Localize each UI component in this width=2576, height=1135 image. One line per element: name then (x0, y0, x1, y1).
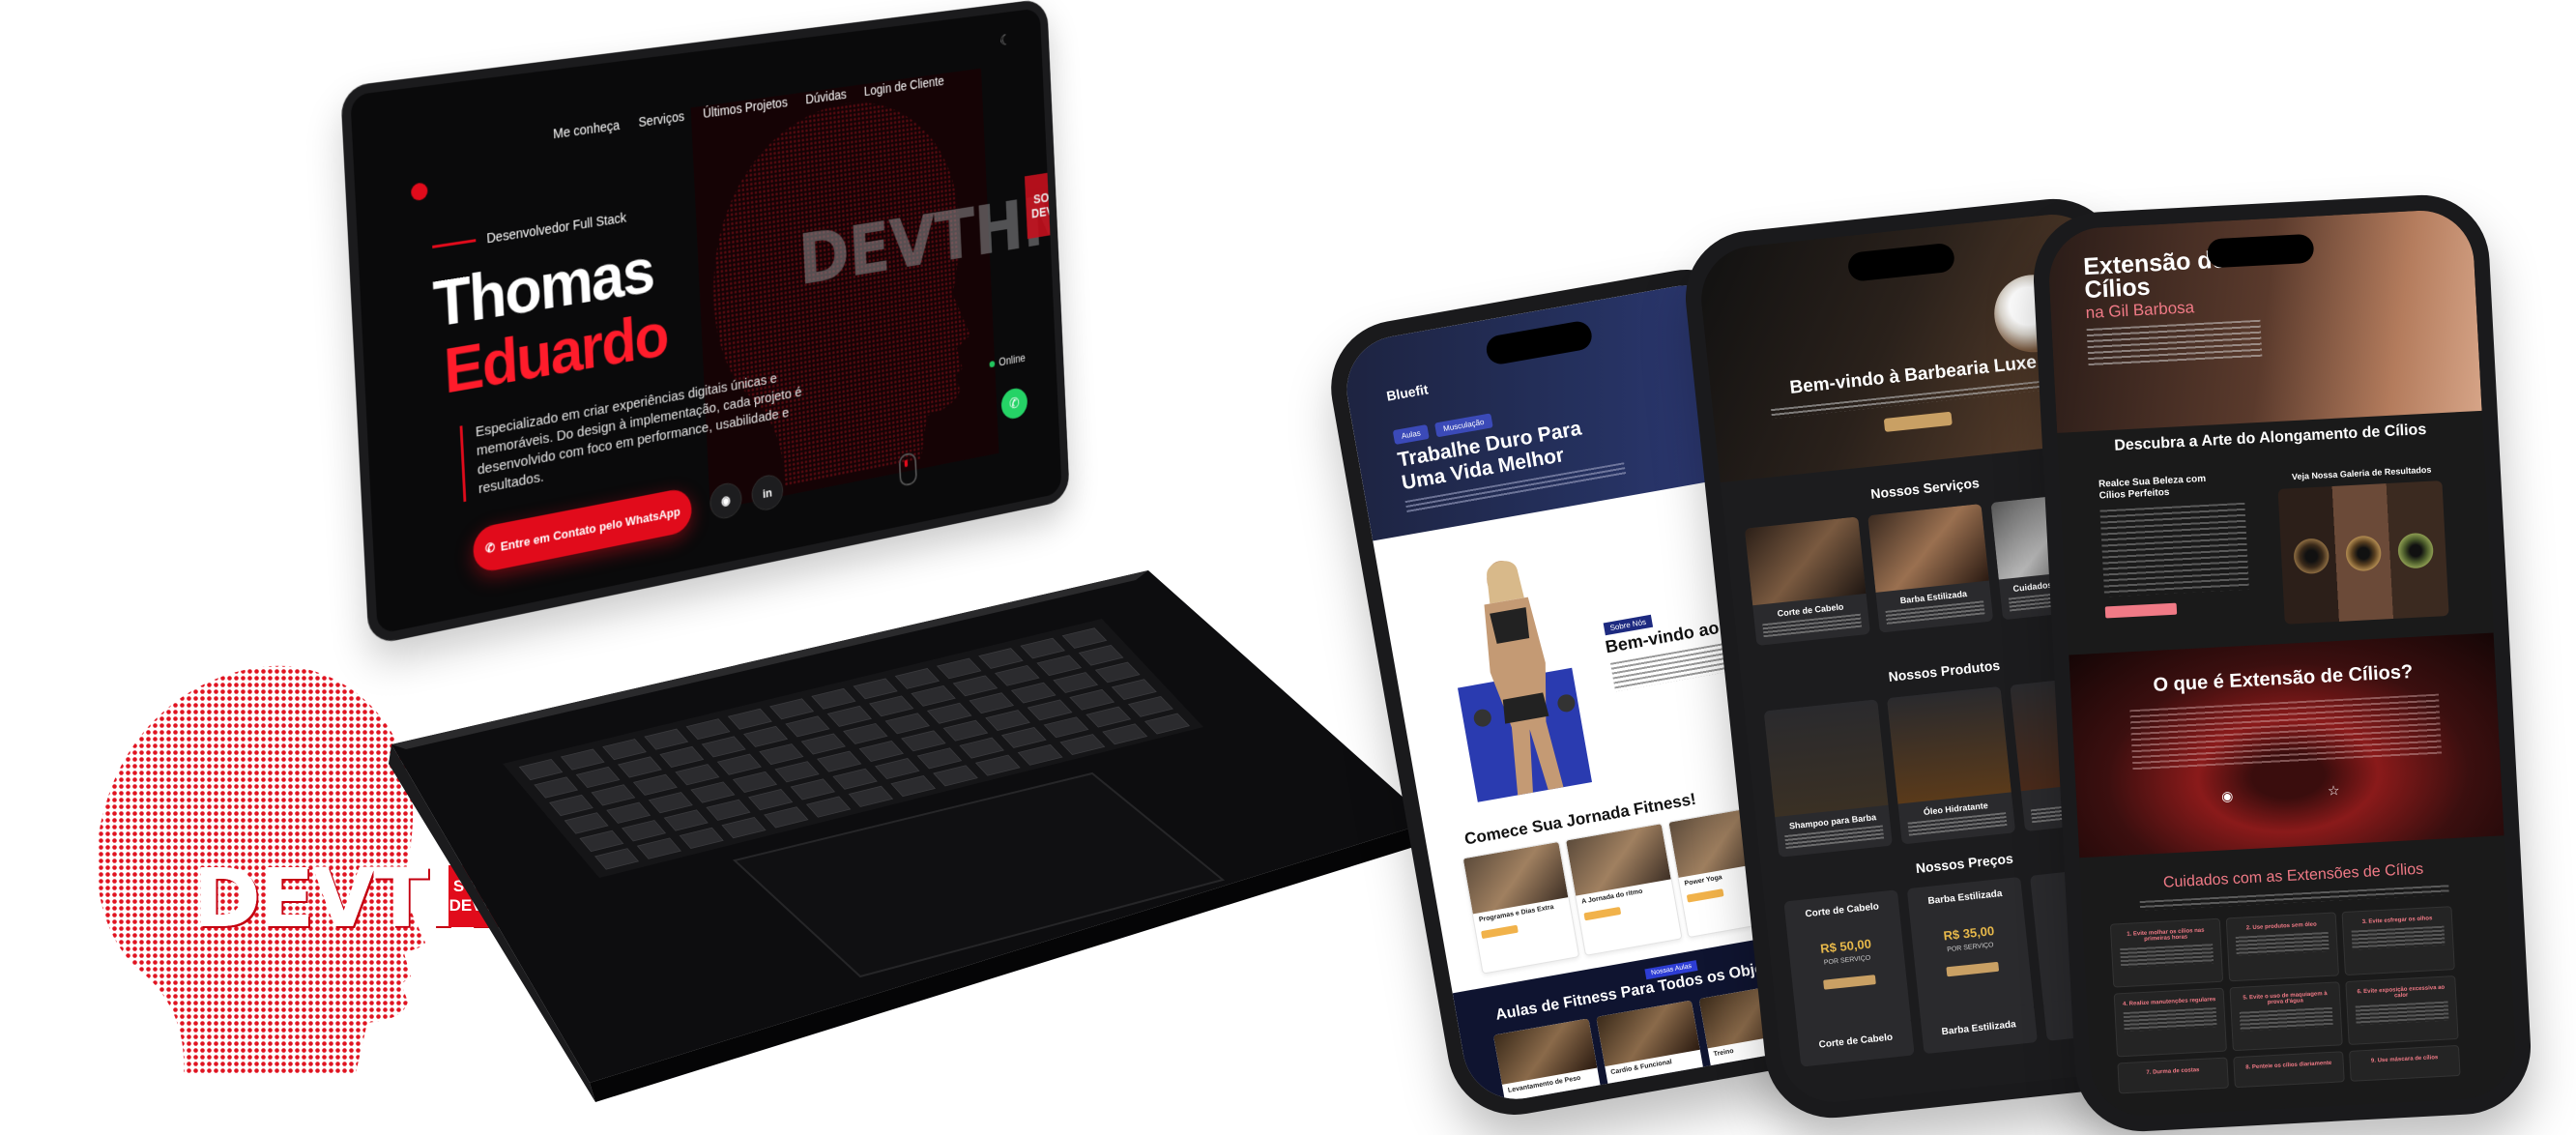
care-tile: 6. Evite exposição excessiva ao calor (2345, 975, 2459, 1045)
dynamic-island (2206, 233, 2315, 269)
product-card[interactable]: Shampoo para Barba (1763, 699, 1893, 858)
online-dot (989, 360, 996, 367)
whatsapp-icon: ✆ (484, 539, 496, 556)
product-image (1886, 685, 2012, 804)
care-tile: 8. Penteie os cílios diariamente (2233, 1051, 2345, 1089)
nav-servicos[interactable]: Serviços (638, 108, 684, 130)
care-tile: 9. Use máscara de cílios (2349, 1044, 2461, 1082)
fitness-card[interactable]: Programas e Dias Extra (1462, 840, 1580, 975)
care-tile: 4. Realize manutenções regulares (2113, 987, 2227, 1058)
eyelash-section1-subtitle: Realce Sua Beleza com Cílios Perfeitos (2098, 473, 2207, 502)
care-tile: 2. Use produtos sem óleo (2225, 912, 2340, 982)
service-card[interactable]: Corte de Cabelo (1744, 516, 1870, 647)
eyelash-gallery-title: Veja Nossa Galeria de Resultados (2291, 464, 2432, 482)
care-tile-text (2123, 1007, 2217, 1033)
care-tile-text (2120, 944, 2214, 969)
care-tile-text (2355, 1001, 2449, 1026)
athlete-image (1457, 561, 1593, 802)
scroll-indicator[interactable] (898, 451, 918, 487)
care-tile: 5. Evite o uso de maquiagem à prova d'ág… (2229, 981, 2343, 1052)
service-card[interactable]: Barba Estilizada (1867, 503, 1994, 633)
nav-me-conheca[interactable]: Me conheça (553, 117, 621, 141)
care-tile: 7. Durma de costas (2117, 1057, 2229, 1094)
card-button[interactable] (1481, 924, 1519, 940)
online-status: Online (989, 351, 1027, 370)
care-tile-title: 8. Penteie os cílios diariamente (2245, 1060, 2332, 1071)
eye-image (2342, 532, 2386, 575)
phone-eyelash-screen: Extensão de Cílios na Gil Barbosa Descub… (2046, 208, 2518, 1119)
whatsapp-contact-button[interactable]: ✆ Entre em Contato pelo WhatsApp (472, 486, 693, 575)
care-tile-text (2235, 931, 2330, 956)
class-card[interactable]: Levantamento de Peso (1492, 1018, 1607, 1108)
phone-eyelash: Extensão de Cílios na Gil Barbosa Descub… (2030, 191, 2534, 1135)
card-button[interactable] (1686, 888, 1724, 903)
care-tile-text (2351, 925, 2446, 950)
eyelash-hero-title: Extensão de Cílios (2082, 246, 2228, 305)
whatsapp-contact-label: Entre em Contato pelo WhatsApp (500, 504, 681, 554)
price-button[interactable] (1823, 975, 1876, 990)
eyelash-cta-button[interactable] (2104, 602, 2178, 619)
care-tile-title: 5. Evite o uso de maquiagem à prova d'ág… (2243, 991, 2328, 1006)
fitness-card[interactable]: A Jornada do ritmo (1564, 823, 1683, 956)
eyelash-section1-text (2099, 502, 2249, 597)
moon-icon[interactable]: ☾ (999, 31, 1011, 50)
price-card[interactable]: Barba Estilizada R$ 35,00 POR SERVIÇO (1906, 876, 2035, 1024)
care-tile: 3. Evite esfregar os olhos (2341, 906, 2455, 976)
star-icon: ☆ (2327, 782, 2340, 799)
care-tile-title: 1. Evite molhar os cílios nas primeiras … (2127, 927, 2205, 943)
eye-image (2290, 535, 2333, 578)
product-image (1763, 699, 1889, 818)
eyelash-title-line1: Extensão de (2082, 246, 2227, 281)
care-tile-title: 7. Durma de costas (2146, 1067, 2200, 1076)
online-label: Online (999, 351, 1027, 369)
service-image (1744, 516, 1867, 606)
price-button[interactable] (1946, 961, 2000, 977)
card-button[interactable] (1583, 906, 1622, 921)
price-card[interactable]: Corte de Cabelo R$ 50,00 POR SERVIÇO (1783, 889, 1912, 1036)
site-logo[interactable] (410, 182, 428, 202)
tagline-accent-line (432, 238, 477, 248)
care-tile-title: 6. Evite exposição excessiva ao calor (2357, 984, 2446, 1000)
eye-image (2394, 529, 2438, 572)
eye-icon: ◉ (2220, 787, 2234, 804)
service-image (1867, 503, 1989, 593)
eyelash-gallery[interactable] (2277, 480, 2449, 625)
whatsapp-float-button[interactable]: ✆ (1000, 386, 1028, 422)
product-card[interactable]: Óleo Hidratante (1886, 685, 2016, 845)
care-tile-text (2239, 1006, 2333, 1032)
care-tile: 1. Evite molhar os cílios nas primeiras … (2109, 917, 2224, 988)
care-tile-title: 9. Use máscara de cílios (2370, 1055, 2439, 1064)
